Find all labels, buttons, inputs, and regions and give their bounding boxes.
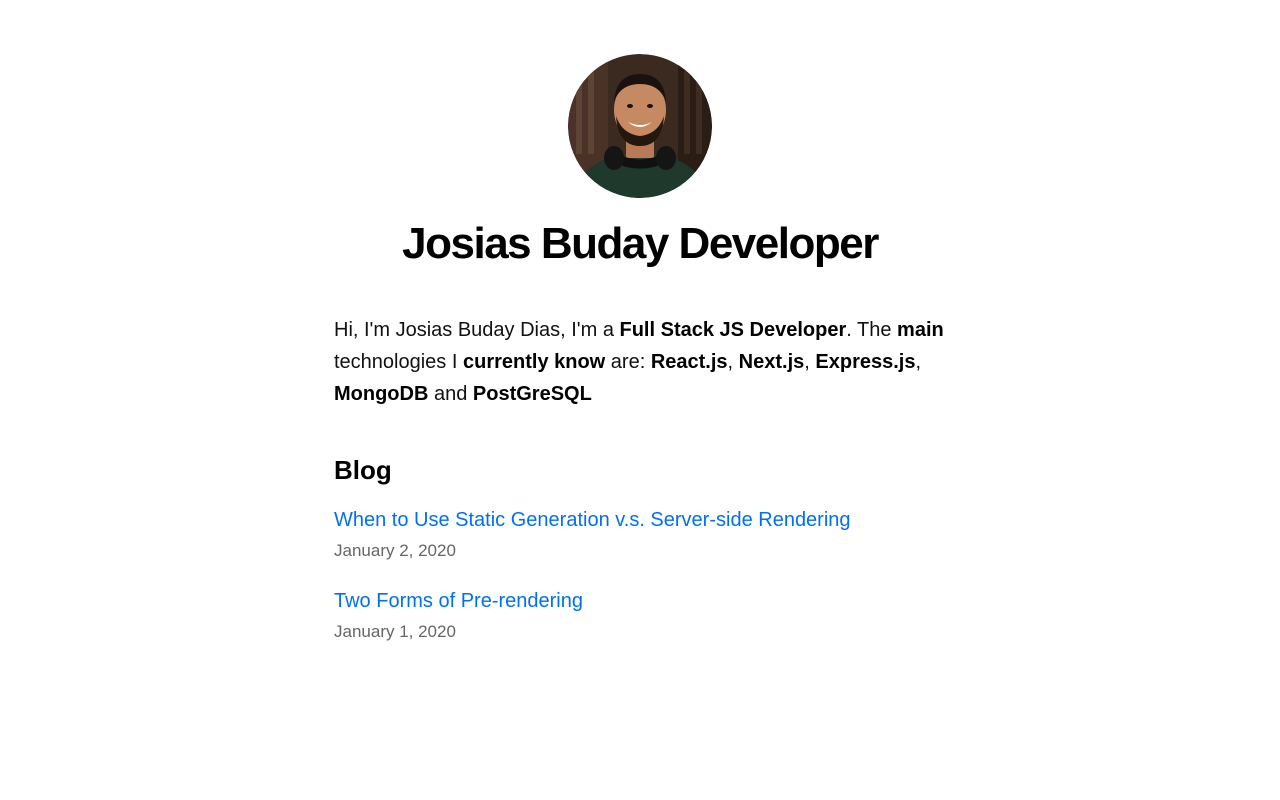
intro-text: Hi, I'm Josias Buday Dias, I'm a Full St…	[334, 314, 946, 410]
intro-bold: MongoDB	[334, 383, 429, 406]
post-link[interactable]: When to Use Static Generation v.s. Serve…	[334, 506, 851, 534]
intro-segment: ,	[915, 351, 922, 374]
header: Josias Buday Developer	[334, 54, 946, 268]
intro-bold: main	[897, 319, 944, 342]
intro-segment: ,	[727, 351, 739, 374]
intro-segment: are:	[605, 351, 651, 374]
profile-avatar	[568, 54, 712, 198]
post-date: January 1, 2020	[334, 622, 456, 642]
list-item: When to Use Static Generation v.s. Serve…	[334, 506, 946, 563]
intro-bold: React.js	[650, 351, 728, 374]
intro-bold: Express.js	[815, 351, 916, 374]
post-date: January 2, 2020	[334, 541, 456, 561]
intro-segment: Hi, I'm Josias Buday Dias, I'm a	[334, 319, 620, 342]
profile-photo-icon	[568, 54, 712, 198]
intro-bold: PostGreSQL	[472, 383, 592, 406]
page-container: Josias Buday Developer Hi, I'm Josias Bu…	[334, 0, 946, 644]
intro-section: Hi, I'm Josias Buday Dias, I'm a Full St…	[334, 314, 946, 410]
blog-section: Blog When to Use Static Generation v.s. …	[334, 454, 946, 644]
intro-segment: . The	[846, 319, 898, 342]
blog-heading: Blog	[334, 455, 392, 486]
page-title: Josias Buday Developer	[402, 219, 879, 268]
intro-segment: and	[428, 383, 473, 406]
intro-bold: currently know	[462, 351, 606, 374]
intro-segment: technologies I	[334, 351, 463, 374]
intro-segment: ,	[804, 351, 816, 374]
intro-bold: Full Stack JS Developer	[619, 319, 847, 342]
list-item: Two Forms of Pre-rendering January 1, 20…	[334, 587, 946, 644]
intro-bold: Next.js	[738, 351, 805, 374]
post-link[interactable]: Two Forms of Pre-rendering	[334, 587, 583, 615]
post-list: When to Use Static Generation v.s. Serve…	[334, 506, 946, 644]
